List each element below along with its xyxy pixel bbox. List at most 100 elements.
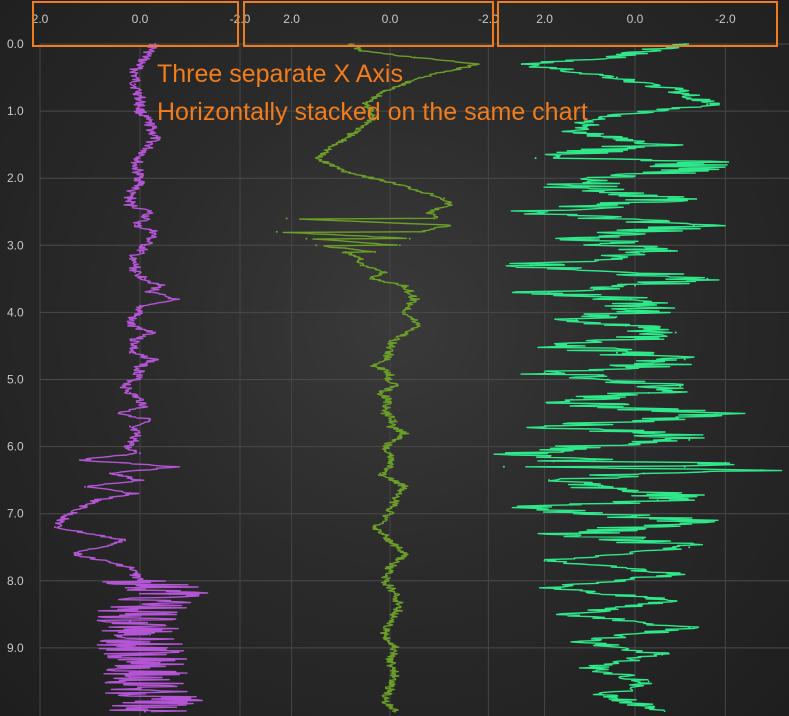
series-3-point [679,90,682,92]
series-3-point [674,331,677,334]
series-2-point [389,425,391,428]
series-2-point [374,526,377,529]
series-2-point [344,170,347,173]
series-1-point [79,459,81,461]
series-2-point [389,398,391,401]
series-1-point [134,224,136,227]
series-1-point [149,291,151,294]
series-1-point [149,418,151,421]
series-2-point [389,371,391,374]
y-tick-label: 4.0 [7,305,24,319]
series-1-point [139,687,141,690]
series-3-point [593,459,596,461]
series-3-point [597,485,600,488]
series-1-point [159,284,161,287]
series-2-point [393,338,396,341]
series-2-point [393,673,396,676]
series-2-point [275,230,278,233]
y-tick-label: 9.0 [7,641,24,655]
series-3-point [679,385,682,388]
series-1-point [129,566,131,569]
series-1-point [144,56,146,59]
series-1-point [154,43,156,45]
series-2-point [389,512,391,515]
series-2-point [389,378,391,381]
series-1-point [144,673,146,676]
series-1-point [124,385,126,388]
series-2-point [389,660,391,663]
series-1-point [139,251,141,253]
series-2-point [389,465,391,468]
series-1-point [129,351,131,354]
series-3-point [615,351,618,354]
y-tick-label: 3.0 [7,238,24,252]
series-3-point [539,210,542,213]
series-1-point [154,331,156,334]
series-3-point [588,237,591,240]
series-3-point [575,532,578,535]
series-2-point [398,244,401,247]
series-2-point [448,224,450,227]
series-3-point [706,103,709,106]
series-2-point [369,277,372,280]
series-1-point [129,257,131,260]
series-3-point [715,412,718,414]
series-3-point [602,693,605,696]
series-3-point [697,519,700,522]
series-2-point [379,391,382,394]
series-2-point [389,344,391,347]
x-tick-label: 0.0 [627,12,644,26]
series-3-point [539,506,542,508]
series-2-point [389,566,391,569]
series-1-point [139,579,141,582]
series-3-point [760,469,763,472]
y-tick-label: 7.0 [7,507,24,521]
series-2-point [349,43,352,45]
series-3-point [634,284,636,287]
series-2-point [393,710,396,713]
series-3-point [683,358,686,361]
series-3-point [570,130,573,133]
series-3-point [548,586,551,589]
series-3-point [606,378,609,381]
y-tick-label: 1.0 [7,104,24,118]
y-tick-label: 5.0 [7,373,24,387]
series-2-point [403,553,406,555]
series-3-point [661,653,664,656]
y-tick-label: 2.0 [7,171,24,185]
series-1-point [139,183,141,186]
series-3-point [552,460,555,463]
series-2-point [389,539,391,542]
x-tick-label: -2.0 [715,12,736,26]
series-1-point [139,110,141,113]
x-tick-label: -2.0 [478,12,499,26]
series-3-point [615,76,618,79]
series-2-point [384,700,387,703]
series-1-point [144,217,146,220]
series-1-point [134,69,136,72]
series-3-point [706,277,709,280]
series-1-point [139,304,141,307]
series-1-point [139,365,141,368]
series-3-point [634,338,636,341]
series-3-point [521,63,523,66]
series-2-point [433,217,436,220]
series-2-point [393,418,396,421]
series-3-point [692,224,695,227]
series-3-point [570,398,573,401]
series-3-point [530,264,532,267]
series-2-point [393,438,396,441]
x-tick-label: 0.0 [382,12,399,26]
series-3-point [543,425,546,428]
series-2-point [428,210,431,213]
series-1-point [94,499,96,502]
series-1-point [144,606,146,609]
series-2-point [389,620,391,623]
series-1-point [139,96,141,99]
annotation: Three separate X Axis Horizontally stack… [157,60,588,126]
series-2-point [384,445,387,448]
series-2-point [374,251,377,253]
series-3-point [652,432,655,435]
series-2-point [384,358,387,361]
series-3-point [638,311,641,314]
